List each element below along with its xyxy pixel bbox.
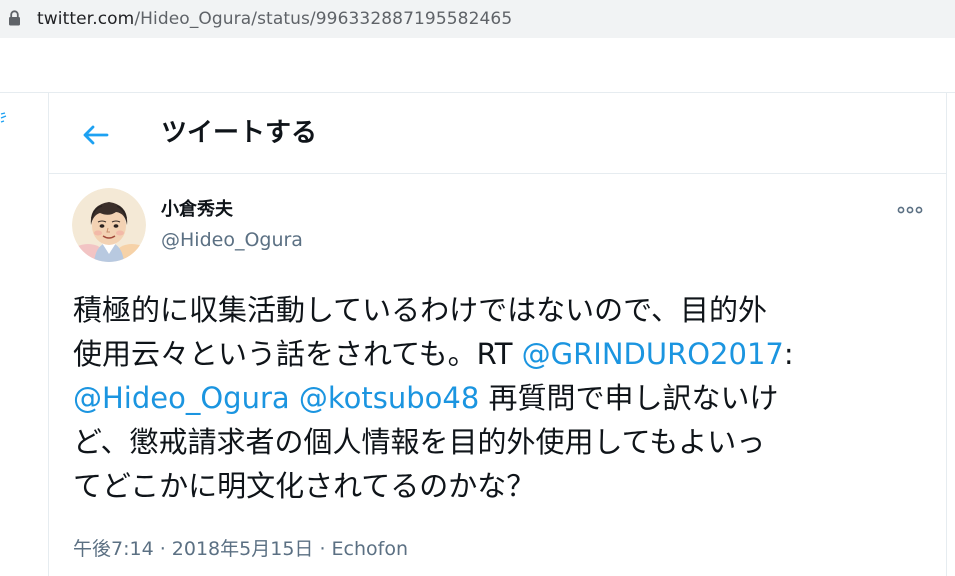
page-header: ツイートする [49,93,946,173]
mention-link[interactable]: @GRINDURO2017 [522,337,784,371]
author-handle[interactable]: @Hideo_Ogura [161,228,303,252]
page-title: ツイートする [161,118,318,148]
tweet-line: ど、懲戒請求者の個人情報を目的外使用してもよいっ [73,425,766,459]
column-border-right [946,93,947,576]
tweet-date[interactable]: 2018年5月15日 [172,538,314,560]
mention-link[interactable]: @Hideo_Ogura [73,381,290,415]
header-divider [49,173,946,174]
tweet-text-segment [290,381,299,415]
arrow-left-icon [83,125,109,145]
tweet-time[interactable]: 午後7:14 [73,538,154,560]
author-display-name[interactable]: 小倉秀夫 [161,199,233,221]
tweet-meta: 午後7:14 · 2018年5月15日 · Echofon [73,537,408,561]
url-host: twitter.com [37,9,135,29]
url-path: /Hideo_Ogura/status/996332887195582465 [134,9,513,29]
tweet-text-segment: 使用云々という話をされても。RT [73,337,522,371]
url-text[interactable]: twitter.com/Hideo_Ogura/status/996332887… [37,8,512,30]
tweet-line: 積極的に収集活動しているわけではないので、目的外 [73,293,767,327]
lock-icon [9,10,20,26]
tweet-text-segment: 再質問で申し訳ないけ [479,381,779,415]
tweet-line: てどこかに明文化されてるのかな？ [73,469,536,503]
avatar[interactable] [72,188,146,262]
tweet-text: 積極的に収集活動しているわけではないので、目的外 使用云々という話をされても。R… [73,288,913,508]
back-button[interactable] [71,111,119,159]
meta-separator: · [313,538,332,560]
tweet-line: @Hideo_Ogura @kotsubo48 再質問で申し訳ないけ [73,376,913,420]
tweet-source[interactable]: Echofon [332,538,408,560]
tweet-text-segment: : [783,337,794,371]
more-horizontal-icon [897,206,923,214]
tweet-line: 使用云々という話をされても。RT @GRINDURO2017: [73,332,913,376]
page: twitter.com/Hideo_Ogura/status/996332887… [0,0,955,576]
more-button[interactable] [893,199,927,221]
address-bar[interactable]: twitter.com/Hideo_Ogura/status/996332887… [0,0,955,38]
sidebar-nav-icon[interactable] [0,112,8,126]
mention-link[interactable]: @kotsubo48 [299,381,479,415]
avatar-illustration [72,188,146,262]
meta-separator: · [153,538,172,560]
